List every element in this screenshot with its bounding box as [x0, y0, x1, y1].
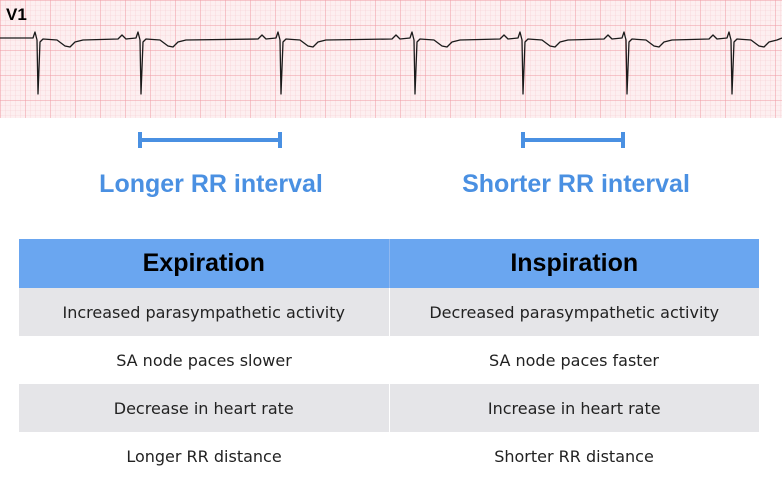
- expiration-cell: SA node paces slower: [116, 350, 292, 370]
- table-row: Increased parasympathetic activity Decre…: [19, 288, 759, 336]
- inspiration-cell: Decreased parasympathetic activity: [389, 288, 759, 336]
- inspiration-header: Inspiration: [389, 239, 759, 288]
- longer-rr-interval-marker: [138, 132, 282, 148]
- ecg-strip: V1: [0, 0, 782, 118]
- expiration-inspiration-table: Expiration Inspiration Increased parasym…: [19, 239, 759, 480]
- inspiration-cell: Shorter RR distance: [494, 446, 654, 466]
- table-header-row: Expiration Inspiration: [19, 239, 759, 288]
- lead-label: V1: [6, 5, 27, 24]
- longer-rr-interval-label: Longer RR interval: [99, 170, 323, 198]
- table-row: Longer RR distance Shorter RR distance: [19, 432, 759, 480]
- interval-cap-right: [278, 132, 282, 148]
- interval-cap-right: [621, 132, 625, 148]
- interval-cap-left: [138, 132, 142, 148]
- expiration-header: Expiration: [19, 239, 390, 288]
- expiration-cell: Increased parasympathetic activity: [19, 288, 390, 336]
- inspiration-cell: Increase in heart rate: [389, 384, 759, 432]
- expiration-cell: Longer RR distance: [126, 446, 282, 466]
- interval-cap-left: [521, 132, 525, 148]
- interval-line: [521, 138, 625, 142]
- shorter-rr-interval-label: Shorter RR interval: [462, 170, 690, 198]
- inspiration-cell: SA node paces faster: [489, 350, 659, 370]
- table-row: SA node paces slower SA node paces faste…: [19, 336, 759, 384]
- interval-line: [138, 138, 282, 142]
- ecg-trace-chart: [0, 0, 782, 118]
- ecg-grid: [0, 0, 782, 118]
- shorter-rr-interval-marker: [521, 132, 625, 148]
- expiration-cell: Decrease in heart rate: [19, 384, 390, 432]
- table-row: Decrease in heart rate Increase in heart…: [19, 384, 759, 432]
